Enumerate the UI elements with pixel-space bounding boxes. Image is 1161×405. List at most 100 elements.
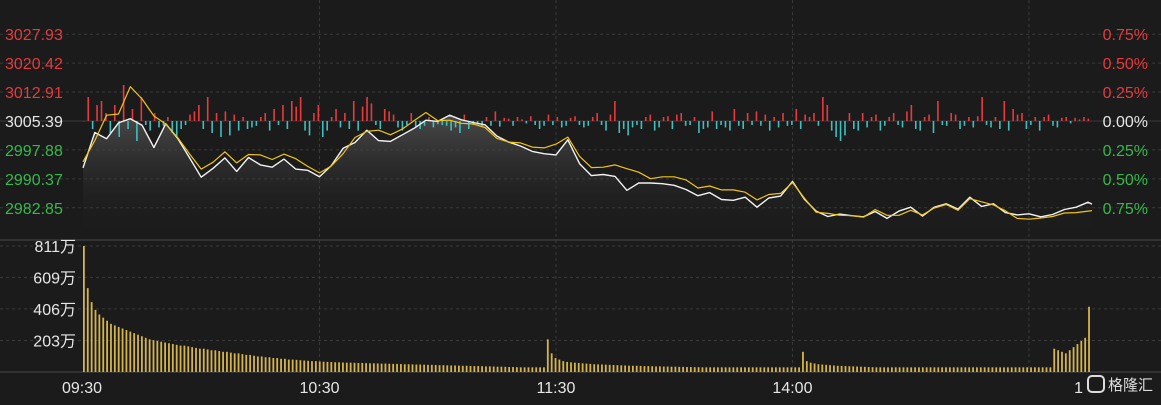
diff-bar xyxy=(866,121,868,128)
volume-bar xyxy=(910,367,913,372)
volume-bar xyxy=(280,358,282,372)
diff-bar xyxy=(649,114,652,122)
volume-bar xyxy=(500,366,503,372)
diff-bar xyxy=(680,113,683,122)
diff-bar xyxy=(941,121,944,126)
diff-bar xyxy=(976,116,979,122)
x-tick-label: 10:30 xyxy=(299,380,339,397)
diff-bar xyxy=(339,121,342,128)
y-left-tick-label: 2997.88 xyxy=(5,143,63,160)
y-right-tick-label: 0.75% xyxy=(1103,201,1148,218)
volume-bar xyxy=(840,365,843,372)
diff-bar xyxy=(552,121,554,126)
diff-bar xyxy=(884,121,886,126)
volume-bar xyxy=(469,365,472,372)
diff-bar xyxy=(1012,109,1014,122)
diff-bar xyxy=(760,121,762,126)
volume-bar xyxy=(790,367,793,372)
volume-bar xyxy=(1057,350,1060,372)
volume-bar xyxy=(508,367,511,372)
volume-bar xyxy=(697,367,700,372)
volume-bar xyxy=(1068,350,1071,372)
volume-bar xyxy=(187,346,190,372)
volume-bar xyxy=(589,363,592,372)
volume-bar xyxy=(976,367,978,372)
diff-bar xyxy=(485,117,488,122)
diff-bar xyxy=(755,111,758,122)
diff-bar xyxy=(379,121,382,130)
diff-bar xyxy=(229,121,231,136)
volume-bar xyxy=(890,367,893,372)
diff-bar xyxy=(875,114,877,122)
volume-bar xyxy=(206,349,209,372)
diff-bar xyxy=(149,121,151,131)
volume-bar xyxy=(403,364,406,372)
diff-bar xyxy=(985,121,988,126)
area-under-price xyxy=(83,115,1092,238)
diff-bar xyxy=(565,121,567,126)
x-tick-label: 11:30 xyxy=(537,380,576,397)
diff-bar xyxy=(618,121,621,134)
volume-bar xyxy=(546,339,549,372)
diff-bar xyxy=(791,121,793,126)
diff-bar xyxy=(799,121,802,130)
diff-bar xyxy=(525,121,528,124)
diff-bar xyxy=(304,121,306,131)
volume-bar xyxy=(349,362,352,372)
volume-bar xyxy=(465,365,468,372)
volume-bar xyxy=(117,326,120,372)
diff-bar xyxy=(516,117,519,122)
diff-bar xyxy=(282,105,284,122)
diff-bar xyxy=(348,121,351,130)
diff-bar xyxy=(286,121,289,130)
volume-bar xyxy=(906,367,909,372)
diff-bar xyxy=(1052,121,1054,126)
volume-bar xyxy=(299,360,302,372)
diff-bar xyxy=(1087,118,1090,122)
volume-tick-label: 609万 xyxy=(33,270,76,287)
volume-bar xyxy=(168,343,170,372)
volume-bar xyxy=(291,359,294,372)
volume-bar xyxy=(647,366,650,372)
volume-bar xyxy=(86,288,89,372)
x-tick-label: 09:30 xyxy=(62,380,102,397)
y-left-tick-label: 2982.85 xyxy=(5,201,63,218)
volume-bar xyxy=(140,336,143,372)
volume-bar xyxy=(1026,367,1029,372)
volume-bar xyxy=(106,320,108,372)
volume-bar xyxy=(585,363,588,372)
volume-bar xyxy=(786,367,789,372)
diff-bar xyxy=(737,121,740,126)
y-right-tick-label: 0.50% xyxy=(1103,172,1148,189)
diff-bar xyxy=(361,106,364,122)
volume-bar xyxy=(821,364,824,372)
diff-bar xyxy=(521,119,523,122)
diff-bar xyxy=(981,97,983,122)
diff-bar xyxy=(255,121,258,126)
diff-bar xyxy=(742,121,744,130)
diff-bar xyxy=(636,121,638,126)
volume-bar xyxy=(515,367,518,372)
diff-bar xyxy=(1078,119,1081,122)
diff-bar xyxy=(813,113,815,122)
diff-bar xyxy=(1065,117,1068,122)
volume-bar xyxy=(570,362,572,372)
diff-bar xyxy=(277,121,280,126)
diff-bar xyxy=(414,121,417,127)
diff-bar xyxy=(113,105,116,122)
volume-bar xyxy=(566,361,569,372)
diff-bar xyxy=(622,121,625,130)
volume-bar xyxy=(543,367,545,372)
volume-bar xyxy=(956,367,959,372)
diff-bar xyxy=(587,121,590,126)
volume-bar xyxy=(295,359,298,372)
volume-bar xyxy=(113,325,116,372)
volume-bar xyxy=(844,366,847,372)
volume-bar xyxy=(713,367,715,372)
volume-bar xyxy=(1022,367,1025,372)
volume-bar xyxy=(461,365,464,372)
diff-bar xyxy=(543,121,545,126)
volume-bar xyxy=(1045,367,1048,372)
volume-bar xyxy=(303,360,306,372)
diff-bar xyxy=(583,121,585,128)
